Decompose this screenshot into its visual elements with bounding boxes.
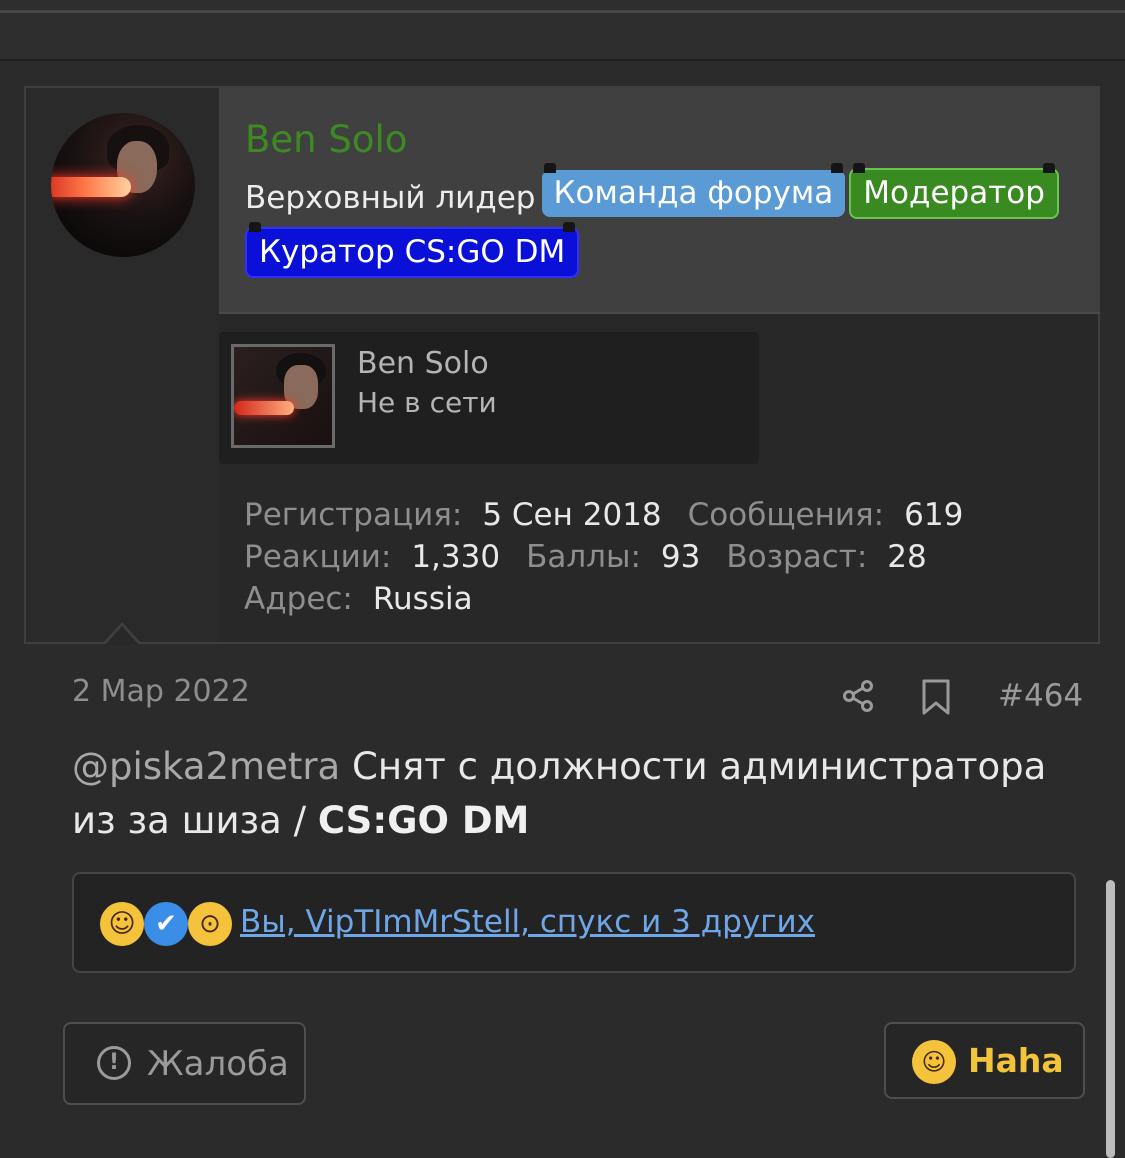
wow-icon: ⊙ xyxy=(188,902,232,946)
mini-profile-card[interactable]: Ben Solo Не в сети xyxy=(219,332,759,464)
report-label: Жалоба xyxy=(147,1044,289,1084)
stat-points: Баллы: 93 xyxy=(526,539,701,575)
alert-icon: ! xyxy=(97,1046,131,1080)
stat-registration: Регистрация: 5 Сен 2018 xyxy=(244,497,662,533)
laugh-icon: ☺ xyxy=(912,1040,956,1084)
badge-curator: Куратор CS:GO DM xyxy=(245,222,580,278)
bookmark-icon[interactable] xyxy=(918,678,954,716)
share-icon[interactable] xyxy=(840,678,876,714)
user-card: Ben Solo Верховный лидер Команда форума Мо… xyxy=(24,86,1100,644)
user-stats: Регистрация: 5 Сен 2018 Сообщения: 619 Реак… xyxy=(244,494,1084,620)
badge-forum-team: Команда форума xyxy=(541,163,846,217)
report-button[interactable]: ! Жалоба xyxy=(63,1022,306,1105)
haha-label: Haha xyxy=(968,1041,1064,1080)
stat-reactions: Реакции: 1,330 xyxy=(244,539,501,575)
mini-username: Ben Solo xyxy=(357,346,489,381)
laugh-icon: ☺ xyxy=(100,902,144,946)
username[interactable]: Ben Solo xyxy=(245,118,407,161)
divider xyxy=(0,10,1125,13)
post-number[interactable]: #464 xyxy=(998,678,1083,714)
stat-location: Адрес: Russia xyxy=(244,581,473,617)
like-icon: ✔ xyxy=(144,902,188,946)
user-title-line: Верховный лидер Команда форума Модератор Ку… xyxy=(245,163,1085,286)
mini-avatar xyxy=(231,344,335,448)
post-date[interactable]: 2 Мар 2022 xyxy=(72,674,250,709)
scrollbar[interactable] xyxy=(1106,880,1115,1158)
stat-messages: Сообщения: 619 xyxy=(687,497,964,533)
post-text-bold: CS:GO DM xyxy=(317,799,530,842)
avatar-column xyxy=(26,88,219,642)
post-body: @piska2metra Снят с должности администра… xyxy=(72,740,1082,848)
stat-age: Возраст: 28 xyxy=(726,539,927,575)
user-mention[interactable]: @piska2metra xyxy=(72,745,340,788)
avatar[interactable] xyxy=(51,113,195,257)
haha-reaction-button[interactable]: ☺ Haha xyxy=(884,1022,1085,1099)
user-header: Ben Solo Верховный лидер Команда форума Мо… xyxy=(219,88,1100,314)
online-status: Не в сети xyxy=(357,386,497,419)
divider xyxy=(0,59,1125,61)
reactions-bar: ☺ ✔ ⊙ Вы, VipTImMrStell, спукс и 3 други… xyxy=(72,872,1076,973)
user-title: Верховный лидер xyxy=(245,179,536,216)
badge-moderator: Модератор xyxy=(849,163,1059,219)
top-bar xyxy=(0,0,1125,61)
reactions-summary-link[interactable]: Вы, VipTImMrStell, спукс и 3 других xyxy=(240,904,815,940)
